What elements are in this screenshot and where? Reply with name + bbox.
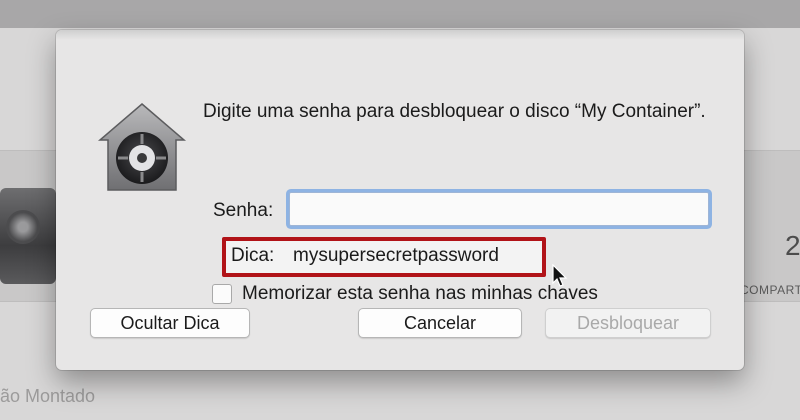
remember-password-checkbox[interactable] xyxy=(212,284,232,304)
cancel-button[interactable]: Cancelar xyxy=(358,308,522,338)
background-count-label: COMPART xyxy=(740,283,800,297)
background-disk-icon xyxy=(0,188,56,284)
unlock-button[interactable]: Desbloquear xyxy=(545,308,711,338)
password-label: Senha: xyxy=(213,200,274,221)
pointer-cursor-icon xyxy=(552,264,568,287)
screen: 2 COMPART ão Montado Digite uma senha pa… xyxy=(0,0,800,420)
remember-password-label[interactable]: Memorizar esta senha nas minhas chaves xyxy=(242,283,598,305)
background-title-bar xyxy=(0,0,800,28)
background-status-text: ão Montado xyxy=(0,386,96,406)
hide-hint-button[interactable]: Ocultar Dica xyxy=(90,308,250,338)
background-count: 2 xyxy=(785,230,800,261)
unlock-disk-dialog: Digite uma senha para desbloquear o disc… xyxy=(56,30,744,370)
lock-icon xyxy=(97,103,187,191)
hint-label: Dica: xyxy=(231,245,275,266)
dialog-top-edge xyxy=(56,30,744,40)
hint-value: mysupersecretpassword xyxy=(293,245,499,266)
password-field[interactable] xyxy=(289,192,709,226)
dialog-prompt: Digite uma senha para desbloquear o disc… xyxy=(203,101,706,122)
